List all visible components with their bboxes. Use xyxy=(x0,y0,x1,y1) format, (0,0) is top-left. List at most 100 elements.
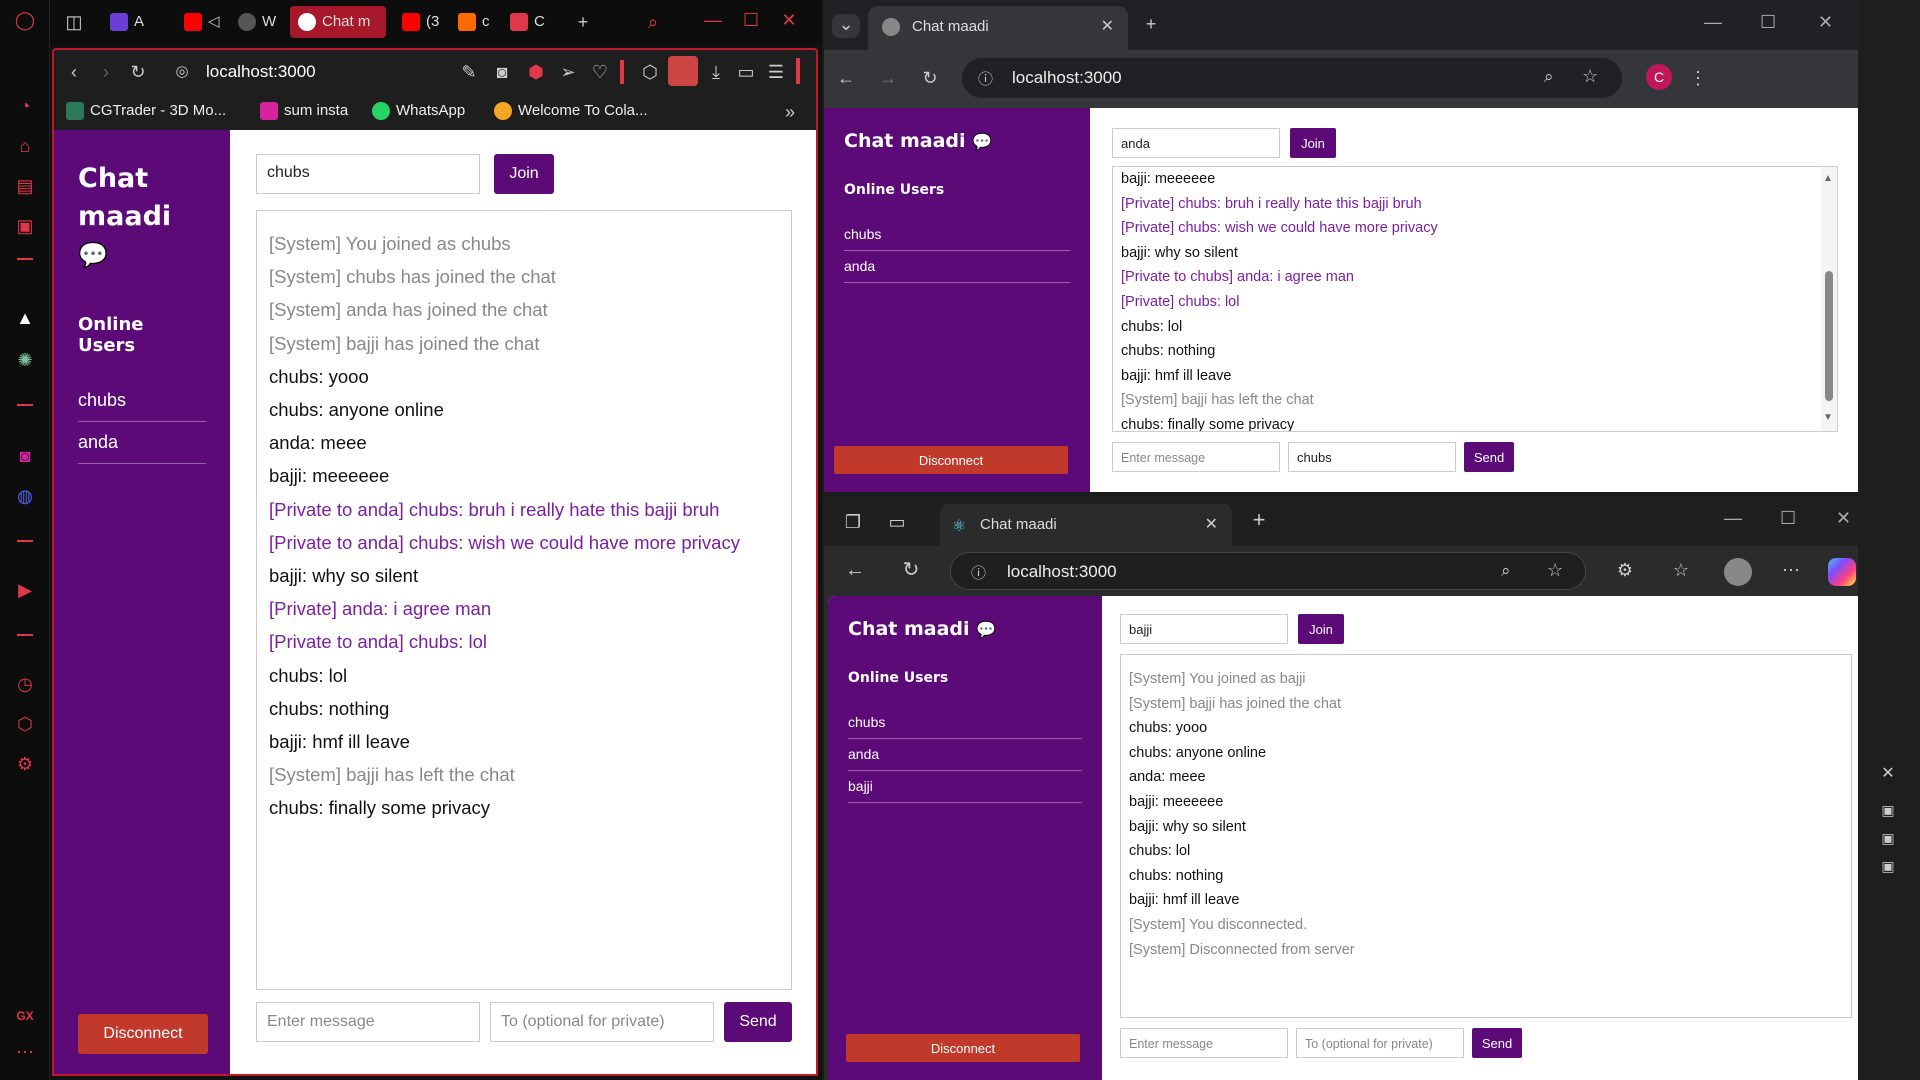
minimize-icon[interactable]: — xyxy=(1704,12,1722,33)
site-info-icon[interactable]: ⓘ xyxy=(971,562,986,583)
back-icon[interactable]: ‹ xyxy=(64,62,84,82)
message-input[interactable]: Enter message xyxy=(1120,1028,1288,1058)
send-button[interactable]: Send xyxy=(1472,1028,1522,1058)
heart-icon[interactable]: ♡ xyxy=(590,62,610,82)
opera-logo-icon[interactable]: ◯ xyxy=(13,8,37,32)
gamepad-icon[interactable]: ◫ xyxy=(62,12,86,32)
profile-avatar[interactable]: C xyxy=(1646,64,1672,90)
chrome-menu-icon[interactable]: ⋮ xyxy=(1688,68,1708,88)
online-user-item[interactable]: anda xyxy=(848,739,1082,771)
close-icon[interactable]: ✕ xyxy=(1878,764,1898,784)
tab-close-icon[interactable]: ✕ xyxy=(1205,514,1218,534)
instagram-icon[interactable]: ◙ xyxy=(13,444,37,468)
scroll-up-arrow-icon[interactable]: ▲ xyxy=(1823,167,1833,192)
url-text[interactable]: localhost:3000 xyxy=(206,62,316,82)
opera-tab[interactable]: C xyxy=(502,6,550,38)
online-user-item[interactable]: anda xyxy=(844,251,1070,283)
message-log-scrollbar[interactable]: ▲ ▼ xyxy=(1821,167,1837,431)
close-icon[interactable]: ✕ xyxy=(1818,12,1833,33)
message-input[interactable]: Enter message xyxy=(256,1002,480,1042)
reload-icon[interactable]: ↻ xyxy=(128,62,148,82)
username-input[interactable]: anda xyxy=(1112,128,1280,158)
opera-tab[interactable]: A xyxy=(102,6,172,38)
favorites-icon[interactable]: ☆ xyxy=(1670,560,1692,580)
close-icon[interactable]: ✕ xyxy=(1836,508,1851,529)
copilot-icon[interactable] xyxy=(1828,558,1856,586)
extensions-puzzle-icon[interactable]: ⚙ xyxy=(1614,560,1636,580)
adblock-shield-icon[interactable]: ⬢ xyxy=(526,62,546,82)
tab-close-icon[interactable]: ✕ xyxy=(1101,16,1114,36)
omnibox[interactable]: ⓘ localhost:3000 ⌕ ☆ xyxy=(962,58,1622,98)
new-tab-plus-icon[interactable]: + xyxy=(1248,509,1270,531)
workspaces-icon[interactable]: ❐ xyxy=(842,512,864,532)
minimize-icon[interactable]: — xyxy=(702,10,724,30)
send-icon[interactable]: ➢ xyxy=(558,62,578,82)
bookmark-whatsapp[interactable]: WhatsApp xyxy=(372,102,465,121)
message-log[interactable]: [System] You joined as bajji [System] baj… xyxy=(1120,654,1852,1018)
send-button[interactable]: Send xyxy=(1464,442,1514,472)
camera-icon[interactable]: ◙ xyxy=(492,62,512,82)
close-icon[interactable]: ✕ xyxy=(778,10,800,30)
username-input[interactable]: chubs xyxy=(256,154,480,194)
online-user-item[interactable]: chubs xyxy=(848,708,1082,739)
scroll-thumb[interactable] xyxy=(1825,271,1833,401)
settings-gear-icon[interactable]: ⚙ xyxy=(13,752,37,776)
avatar[interactable] xyxy=(668,56,698,86)
forward-icon[interactable]: → xyxy=(878,68,898,88)
site-info-globe-icon[interactable]: ◎ xyxy=(172,62,192,82)
aria-icon[interactable]: ▲ xyxy=(13,306,37,330)
disconnect-button[interactable]: Disconnect xyxy=(834,446,1068,474)
reload-icon[interactable]: ↻ xyxy=(920,68,940,88)
disconnect-button[interactable]: Disconnect xyxy=(846,1034,1080,1062)
opera-tab-youtube-audio[interactable]: ◁ xyxy=(176,6,224,38)
bookmarks-overflow-icon[interactable]: » xyxy=(780,102,800,122)
more-icon[interactable]: ⋯ xyxy=(13,1040,37,1064)
battery-icon[interactable]: ▭ xyxy=(736,62,756,82)
online-user-item[interactable]: chubs xyxy=(78,382,206,422)
username-input[interactable]: bajji xyxy=(1120,614,1288,644)
download-icon[interactable]: ⤓ xyxy=(706,62,726,82)
opera-tab[interactable]: (3 xyxy=(394,6,442,38)
recipient-input[interactable]: To (optional for private) xyxy=(1296,1028,1464,1058)
menu-icon[interactable]: ☰ xyxy=(766,62,786,82)
discord-icon[interactable]: ◍ xyxy=(13,484,37,508)
player-icon[interactable]: ▶ xyxy=(13,578,37,602)
maximize-icon[interactable]: ☐ xyxy=(1780,508,1796,529)
terminal-icon[interactable]: ▣ xyxy=(1878,800,1898,820)
join-button[interactable]: Join xyxy=(1290,128,1336,158)
minimize-icon[interactable]: — xyxy=(1724,508,1742,529)
chatgpt-icon[interactable]: ✺ xyxy=(13,348,37,372)
opera-tab[interactable]: c xyxy=(450,6,498,38)
message-input[interactable]: Enter message xyxy=(1112,442,1280,472)
join-button[interactable]: Join xyxy=(494,154,554,194)
maximize-icon[interactable]: ☐ xyxy=(740,10,762,30)
opera-tab-active[interactable]: Chat m xyxy=(290,6,386,38)
extensions-cube-icon[interactable]: ⬡ xyxy=(13,712,37,736)
favorite-star-icon[interactable]: ☆ xyxy=(1547,560,1563,581)
edge-tab-active[interactable]: ⚛ Chat maadi ✕ xyxy=(940,504,1232,546)
chrome-tab-active[interactable]: Chat maadi ✕ xyxy=(868,6,1128,50)
reload-icon[interactable]: ↻ xyxy=(900,560,922,580)
edge-menu-icon[interactable]: ⋯ xyxy=(1780,560,1802,580)
limiter-icon[interactable]: ▤ xyxy=(13,174,37,198)
flow-icon[interactable]: ⌂ xyxy=(13,134,37,158)
online-user-item[interactable]: anda xyxy=(78,422,206,464)
url-text[interactable]: localhost:3000 xyxy=(1007,562,1117,582)
disconnect-button[interactable]: Disconnect xyxy=(78,1014,208,1054)
edit-icon[interactable]: ✎ xyxy=(459,62,479,82)
history-icon[interactable]: ◷ xyxy=(13,672,37,696)
bookmark-star-icon[interactable]: ☆ xyxy=(1582,66,1598,87)
online-user-item[interactable]: bajji xyxy=(848,771,1082,803)
scroll-down-arrow-icon[interactable]: ▼ xyxy=(1823,406,1833,431)
gx-badge[interactable]: GX xyxy=(13,1004,37,1028)
speed-icon[interactable]: ◔ xyxy=(13,94,37,118)
bookmark-colab[interactable]: Welcome To Cola... xyxy=(494,102,648,121)
profile-avatar[interactable] xyxy=(1724,558,1752,586)
send-button[interactable]: Send xyxy=(724,1002,792,1042)
maximize-icon[interactable]: ☐ xyxy=(1760,12,1776,33)
back-icon[interactable]: ← xyxy=(844,560,866,580)
new-tab-plus-icon[interactable]: + xyxy=(572,12,594,32)
new-tab-plus-icon[interactable]: + xyxy=(1140,14,1162,34)
zoom-icon[interactable]: ⌕ xyxy=(1501,561,1511,581)
site-info-icon[interactable]: ⓘ xyxy=(978,68,993,89)
